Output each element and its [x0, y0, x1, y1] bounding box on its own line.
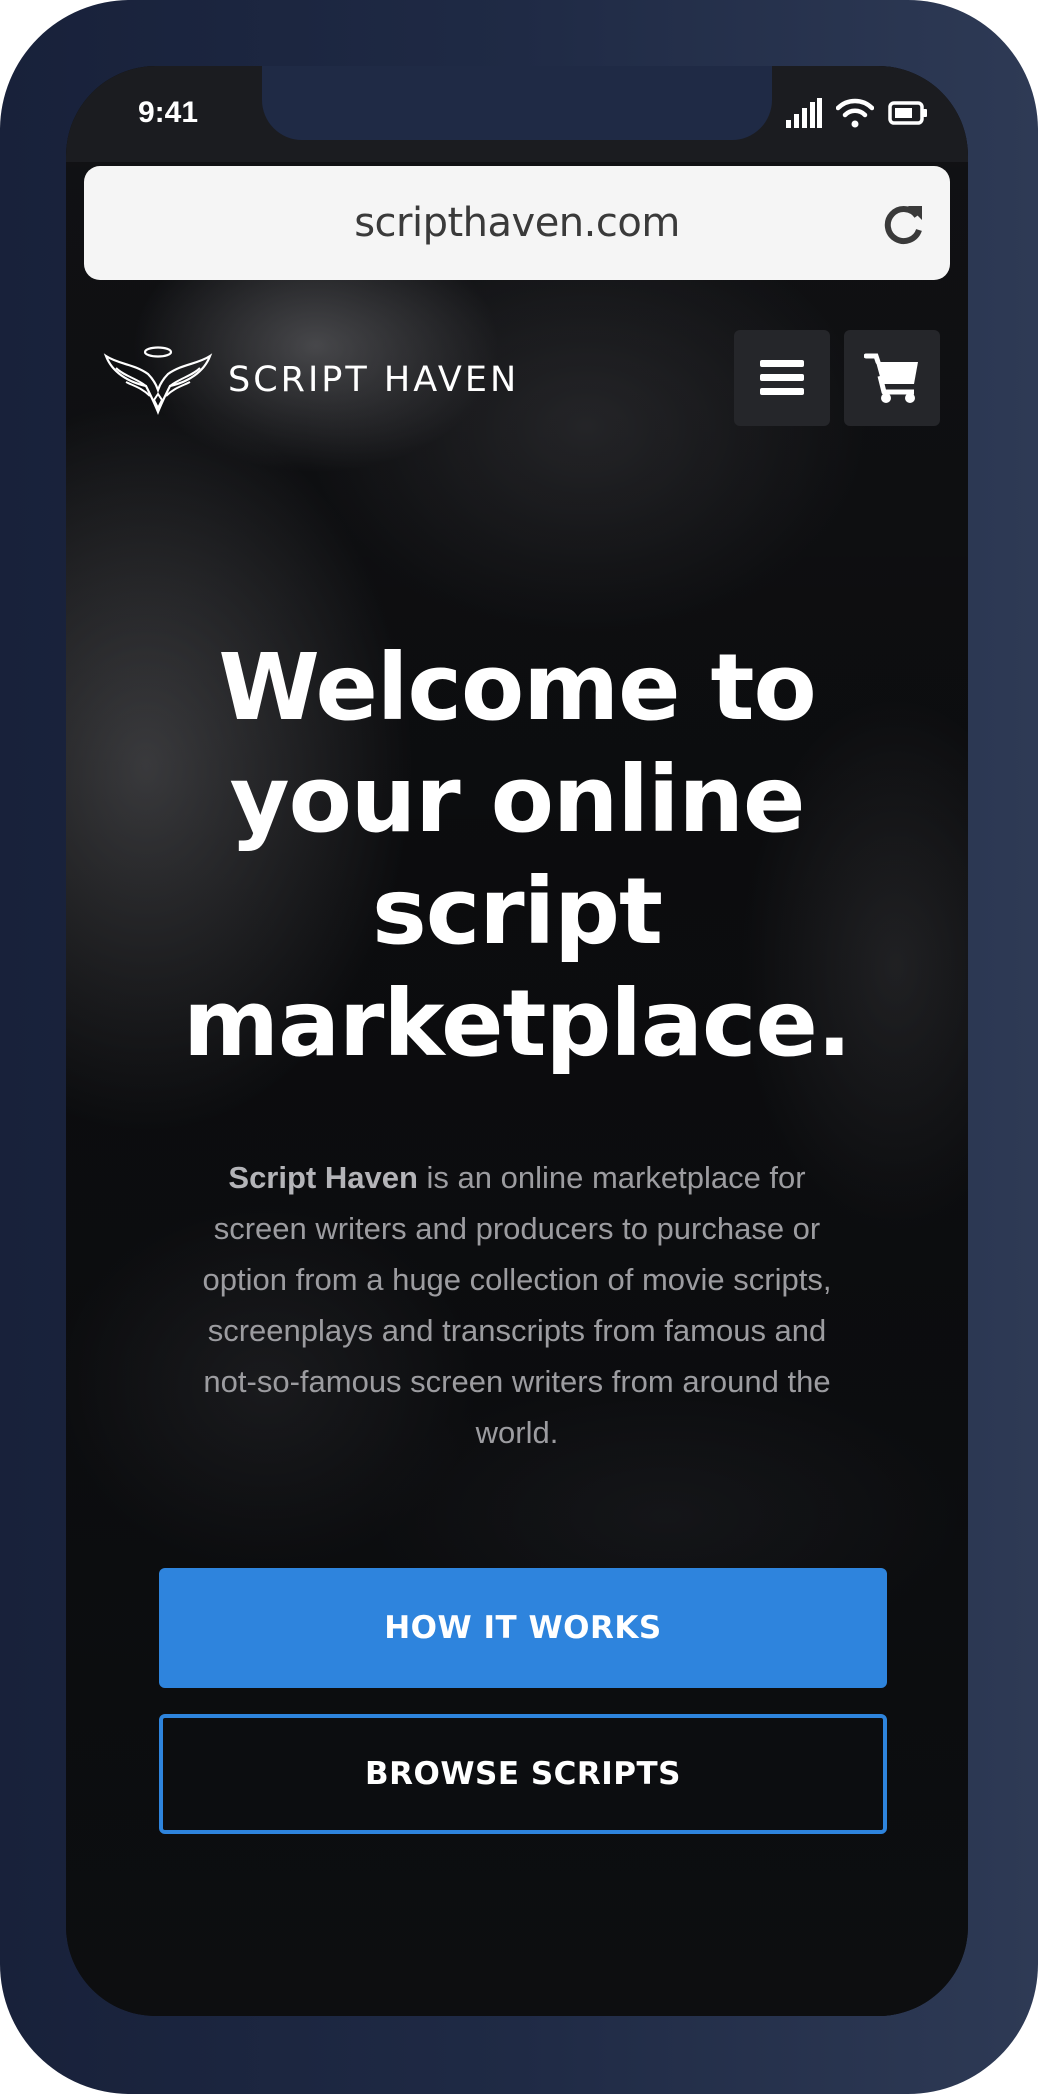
headline-line: script [371, 858, 663, 965]
hero-description: Script Haven is an online marketplace fo… [184, 1152, 850, 1458]
headline-line: Welcome to [218, 634, 816, 741]
hero-headline: Welcome to your online script marketplac… [66, 632, 968, 1080]
wifi-icon [836, 98, 874, 128]
menu-button[interactable] [734, 330, 830, 426]
headline-line: marketplace. [183, 970, 852, 1077]
hamburger-menu-icon [760, 360, 804, 395]
status-time: 9:41 [138, 96, 199, 129]
winged-halo-logo-icon [103, 346, 213, 415]
cart-button[interactable] [844, 330, 940, 426]
shopping-cart-icon [864, 353, 918, 403]
url-text[interactable]: scripthaven.com [354, 200, 680, 246]
url-bar[interactable]: scripthaven.com [84, 166, 950, 280]
phone-screen: 9:41 scripthaven.com SCRIPT HAVEN Welcom… [66, 66, 968, 2016]
reload-icon[interactable] [882, 202, 926, 246]
status-bar: 9:41 [66, 66, 968, 162]
brand-name: SCRIPT HAVEN [228, 360, 520, 400]
device-notch [262, 66, 772, 140]
headline-line: your online [229, 746, 806, 853]
site-navbar: SCRIPT HAVEN [66, 330, 968, 430]
how-it-works-button[interactable]: HOW IT WORKS [159, 1568, 887, 1688]
browse-scripts-button[interactable]: BROWSE SCRIPTS [159, 1714, 887, 1834]
phone-frame: 9:41 scripthaven.com SCRIPT HAVEN Welcom… [0, 0, 1038, 2094]
battery-icon [888, 101, 927, 125]
cellular-signal-icon [786, 98, 822, 128]
status-icons [786, 98, 928, 128]
description-text: is an online marketplace for screen writ… [202, 1160, 832, 1450]
description-brand: Script Haven [228, 1160, 418, 1195]
brand-logo[interactable]: SCRIPT HAVEN [102, 342, 519, 418]
